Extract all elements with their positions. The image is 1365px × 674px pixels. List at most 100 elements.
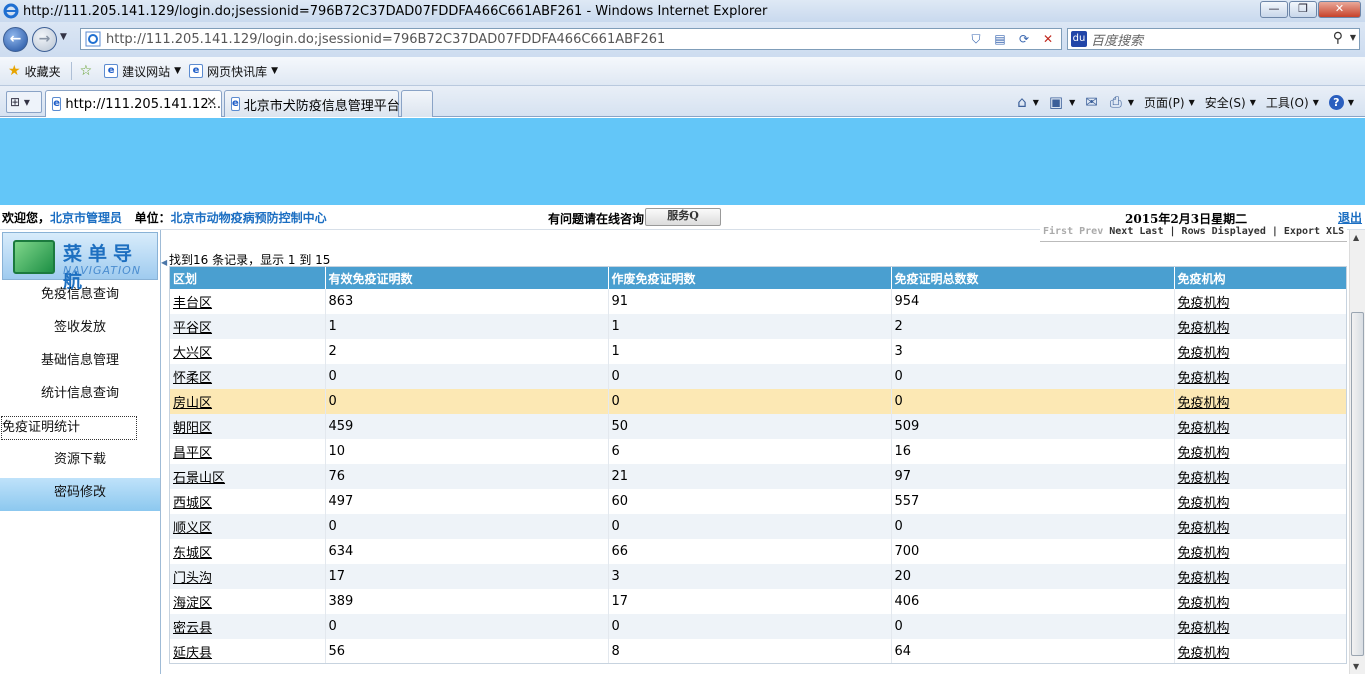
vertical-scrollbar[interactable]: ▲ ▼ [1349,230,1365,674]
table-row[interactable]: 丰台区 863 91 954 免疫机构 [170,289,1346,314]
table-row[interactable]: 西城区 497 60 557 免疫机构 [170,489,1346,514]
table-row[interactable]: 大兴区 2 1 3 免疫机构 [170,339,1346,364]
table-row[interactable]: 密云县 0 0 0 免疫机构 [170,614,1346,639]
table-row[interactable]: 昌平区 10 6 16 免疫机构 [170,439,1346,464]
sidebar-item-change-password[interactable]: 密码修改 [0,478,160,511]
column-header[interactable]: 作废免疫证明数 [608,267,892,289]
table-row[interactable]: 顺义区 0 0 0 免疫机构 [170,514,1346,539]
search-field[interactable]: du 百度搜索 ⚲ ▼ [1067,28,1360,50]
web-slice-gallery-button[interactable]: e 网页快讯库 ▼ [189,63,278,80]
column-header[interactable]: 区划 [170,267,326,289]
district-link[interactable]: 房山区 [170,389,326,414]
scroll-down-icon[interactable]: ▼ [1353,662,1359,671]
agency-link[interactable]: 免疫机构 [1174,514,1346,539]
sidebar-item-sign-distribute[interactable]: 签收发放 [0,313,160,346]
pager-next[interactable]: Next [1109,226,1133,237]
close-tab-icon[interactable]: ✕ [206,95,217,110]
district-link[interactable]: 东城区 [170,539,326,564]
district-link[interactable]: 海淀区 [170,589,326,614]
stop-icon[interactable]: ✕ [1037,30,1059,48]
url-text: http://111.205.141.129/login.do;jsession… [106,31,666,47]
agency-link[interactable]: 免疫机构 [1174,439,1346,464]
collapse-sidebar-icon[interactable]: ◀ [161,258,168,274]
agency-link[interactable]: 免疫机构 [1174,564,1346,589]
safety-menu[interactable]: 安全(S) ▼ [1202,92,1259,113]
district-link[interactable]: 门头沟 [170,564,326,589]
table-row[interactable]: 海淀区 389 17 406 免疫机构 [170,589,1346,614]
export-xls-button[interactable]: Export XLS [1284,226,1344,237]
district-link[interactable]: 石景山区 [170,464,326,489]
refresh-icon[interactable]: ⟳ [1013,30,1035,48]
pager-last[interactable]: Last [1139,226,1163,237]
agency-link[interactable]: 免疫机构 [1174,464,1346,489]
sidebar-item-immunization-query[interactable]: 免疫信息查询 [0,280,160,313]
table-row[interactable]: 怀柔区 0 0 0 免疫机构 [170,364,1346,389]
compatibility-view-icon[interactable]: ▤ [989,30,1011,48]
sidebar-item-certificate-stats[interactable]: 免疫证明统计 [1,416,137,440]
table-row[interactable]: 东城区 634 66 700 免疫机构 [170,539,1346,564]
quick-tabs-button[interactable]: ⊞ ▾ [6,91,42,113]
sidebar-item-statistics-query[interactable]: 统计信息查询 [0,379,160,412]
print-button[interactable]: ⎙ ▼ [1107,91,1137,113]
table-row[interactable]: 延庆县 56 8 64 免疫机构 [170,639,1346,663]
new-tab-button[interactable] [401,90,433,117]
forward-button[interactable]: → [32,27,57,52]
address-field[interactable]: http://111.205.141.129/login.do;jsession… [80,28,1062,50]
maximize-button[interactable]: ❐ [1289,1,1317,18]
table-row[interactable]: 石景山区 76 21 97 免疫机构 [170,464,1346,489]
district-link[interactable]: 西城区 [170,489,326,514]
agency-link[interactable]: 免疫机构 [1174,614,1346,639]
district-link[interactable]: 怀柔区 [170,364,326,389]
agency-link[interactable]: 免疫机构 [1174,364,1346,389]
district-link[interactable]: 大兴区 [170,339,326,364]
district-link[interactable]: 顺义区 [170,514,326,539]
minimize-button[interactable]: — [1260,1,1288,18]
suggested-sites-button[interactable]: e 建议网站 ▼ [104,63,181,80]
table-row[interactable]: 房山区 0 0 0 免疫机构 [170,389,1346,414]
back-button[interactable]: ← [3,27,28,52]
district-link[interactable]: 朝阳区 [170,414,326,439]
close-window-button[interactable]: ✕ [1318,1,1361,18]
history-dropdown-icon[interactable]: ▼ [60,32,67,42]
scrollbar-thumb[interactable] [1351,312,1364,656]
tab-login[interactable]: e http://111.205.141.12... ✕ [45,90,222,117]
agency-link[interactable]: 免疫机构 [1174,339,1346,364]
add-favorite-button[interactable]: ☆ [80,63,97,79]
search-dropdown-icon[interactable]: ▼ [1350,33,1356,42]
table-row[interactable]: 朝阳区 459 50 509 免疫机构 [170,414,1346,439]
page-menu[interactable]: 页面(P) ▼ [1141,92,1198,113]
sidebar-item-downloads[interactable]: 资源下载 [0,445,160,478]
agency-link[interactable]: 免疫机构 [1174,589,1346,614]
district-link[interactable]: 丰台区 [170,289,326,314]
rows-displayed-select[interactable]: Rows Displayed [1182,226,1266,237]
district-link[interactable]: 密云县 [170,614,326,639]
sidebar-item-basic-info[interactable]: 基础信息管理 [0,346,160,379]
column-header[interactable]: 免疫机构 [1174,267,1346,289]
online-consult-button[interactable]: 服务Q [645,208,721,226]
agency-link[interactable]: 免疫机构 [1174,489,1346,514]
agency-link[interactable]: 免疫机构 [1174,314,1346,339]
column-header[interactable]: 免疫证明总数数 [891,267,1175,289]
agency-link[interactable]: 免疫机构 [1174,389,1346,414]
agency-link[interactable]: 免疫机构 [1174,639,1346,663]
agency-link[interactable]: 免疫机构 [1174,414,1346,439]
tools-menu[interactable]: 工具(O) ▼ [1263,92,1322,113]
agency-link[interactable]: 免疫机构 [1174,539,1346,564]
shield-icon[interactable]: ⛉ [965,30,987,48]
feeds-button[interactable]: ▣ ▼ [1046,91,1078,113]
search-icon[interactable]: ⚲ [1333,30,1343,46]
table-row[interactable]: 门头沟 17 3 20 免疫机构 [170,564,1346,589]
home-button[interactable]: ⌂ ▼ [1014,91,1042,113]
help-menu[interactable]: ? ▼ [1326,93,1357,112]
mail-button[interactable]: ✉ [1082,91,1103,113]
scroll-up-icon[interactable]: ▲ [1353,233,1359,242]
favorites-button[interactable]: ★ 收藏夹 [8,63,61,80]
district-link[interactable]: 昌平区 [170,439,326,464]
column-header[interactable]: 有效免疫证明数 [325,267,609,289]
district-link[interactable]: 延庆县 [170,639,326,663]
tab-platform[interactable]: e 北京市犬防疫信息管理平台 [224,90,400,117]
district-link[interactable]: 平谷区 [170,314,326,339]
table-row[interactable]: 平谷区 1 1 2 免疫机构 [170,314,1346,339]
agency-link[interactable]: 免疫机构 [1174,289,1346,314]
logout-link[interactable]: 退出 [1338,209,1362,226]
